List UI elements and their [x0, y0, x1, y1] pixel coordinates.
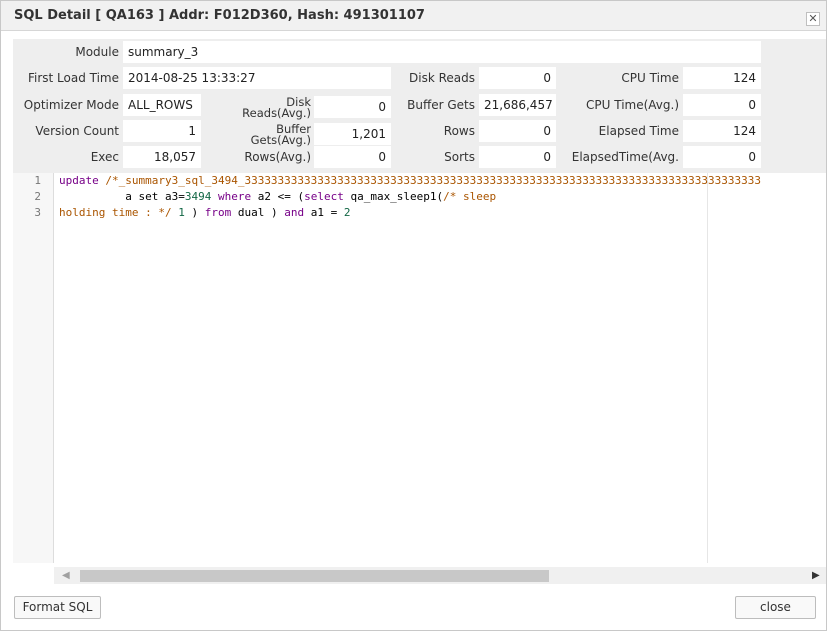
code-text: a2 <= ( [251, 190, 305, 203]
elapsed-time-value: 124 [683, 120, 761, 142]
keyword-token: update [59, 174, 99, 187]
close-button[interactable]: close [735, 596, 816, 619]
horizontal-scrollbar[interactable]: ◀ ▶ [54, 567, 826, 584]
keyword-token: where [211, 190, 252, 203]
line-number: 2 [34, 190, 41, 203]
first-load-time-value: 2014-08-25 13:33:27 [123, 67, 391, 89]
close-icon[interactable]: ✕ [806, 12, 820, 26]
line-number-gutter: 1 2 3 [13, 173, 54, 563]
dialog-title: SQL Detail [ QA163 ] Addr: F012D360, Has… [14, 8, 425, 23]
module-value: summary_3 [123, 41, 761, 63]
disk-reads-avg-label-line2: Reads(Avg.) [242, 106, 311, 120]
number-token: 1 [178, 206, 185, 219]
sql-stats-panel: Module summary_3 First Load Time 2014-08… [13, 39, 826, 173]
number-token: 2 [343, 206, 351, 219]
rows-avg-label: Rows(Avg.) [244, 150, 311, 164]
elapsed-time-label: Elapsed Time [598, 124, 679, 138]
disk-reads-avg-value: 0 [314, 96, 391, 118]
optimizer-mode-label: Optimizer Mode [23, 98, 119, 112]
disk-reads-label: Disk Reads [409, 71, 475, 85]
scroll-left-arrow-icon[interactable]: ◀ [62, 569, 72, 582]
code-text: ) [184, 206, 205, 219]
scroll-right-arrow-icon[interactable]: ▶ [812, 569, 822, 582]
elapsed-time-avg-label: ElapsedTime(Avg. [571, 150, 679, 164]
scrollbar-thumb[interactable] [80, 570, 549, 582]
first-load-time-label: First Load Time [27, 71, 119, 85]
cpu-time-avg-label: CPU Time(Avg.) [586, 98, 679, 112]
comment-token: /*_summary3_sql_3494_3333333333333333333… [98, 174, 762, 187]
print-margin-line [707, 173, 708, 563]
rows-value: 0 [479, 120, 556, 142]
rows-avg-value: 0 [314, 146, 391, 168]
module-label: Module [75, 45, 119, 59]
line-number: 3 [34, 206, 41, 219]
code-line-2: a set a3=3494 where a2 <= (select qa_max… [59, 189, 496, 205]
code-text: dual ) [231, 206, 285, 219]
dialog-footer: Format SQL close [1, 590, 826, 630]
optimizer-mode-value: ALL_ROWS [123, 94, 201, 116]
cpu-time-label: CPU Time [621, 71, 679, 85]
version-count-value: 1 [123, 120, 201, 142]
buffer-gets-avg-value: 1,201 [314, 123, 391, 145]
sql-code-area[interactable]: update /*_summary3_sql_3494_333333333333… [59, 173, 826, 563]
sorts-value: 0 [479, 146, 556, 168]
code-text: a set a3= [59, 190, 185, 203]
disk-reads-avg-label: Disk Reads(Avg.) [203, 96, 311, 120]
code-line-3: holding time : */ 1 ) from dual ) and a1… [59, 205, 350, 221]
comment-token: holding time : */ [59, 206, 172, 219]
buffer-gets-label: Buffer Gets [407, 98, 475, 112]
sorts-label: Sorts [444, 150, 475, 164]
keyword-token: and [284, 206, 305, 219]
exec-value: 18,057 [123, 146, 201, 168]
cpu-time-value: 124 [683, 67, 761, 89]
rows-label: Rows [443, 124, 475, 138]
version-count-label: Version Count [35, 124, 119, 138]
code-line-1: update /*_summary3_sql_3494_333333333333… [59, 173, 761, 189]
code-text: a1 = [304, 206, 344, 219]
keyword-token: select [304, 190, 344, 203]
disk-reads-value: 0 [479, 67, 556, 89]
buffer-gets-avg-label-line2: Gets(Avg.) [250, 133, 311, 147]
exec-label: Exec [90, 150, 119, 164]
cpu-time-avg-value: 0 [683, 94, 761, 116]
keyword-token: from [204, 206, 232, 219]
comment-token: /* sleep [443, 190, 497, 203]
elapsed-time-avg-value: 0 [683, 146, 761, 168]
code-text: qa_max_sleep1( [343, 190, 444, 203]
number-token: 3494 [184, 190, 212, 203]
format-sql-button[interactable]: Format SQL [14, 596, 101, 619]
line-number: 1 [34, 174, 41, 187]
sql-editor[interactable]: 1 2 3 update /*_summary3_sql_3494_333333… [13, 173, 826, 590]
buffer-gets-value: 21,686,457 [479, 94, 556, 116]
buffer-gets-avg-label: Buffer Gets(Avg.) [203, 123, 311, 147]
sql-detail-dialog: SQL Detail [ QA163 ] Addr: F012D360, Has… [0, 0, 827, 631]
title-bar[interactable]: SQL Detail [ QA163 ] Addr: F012D360, Has… [1, 1, 826, 31]
